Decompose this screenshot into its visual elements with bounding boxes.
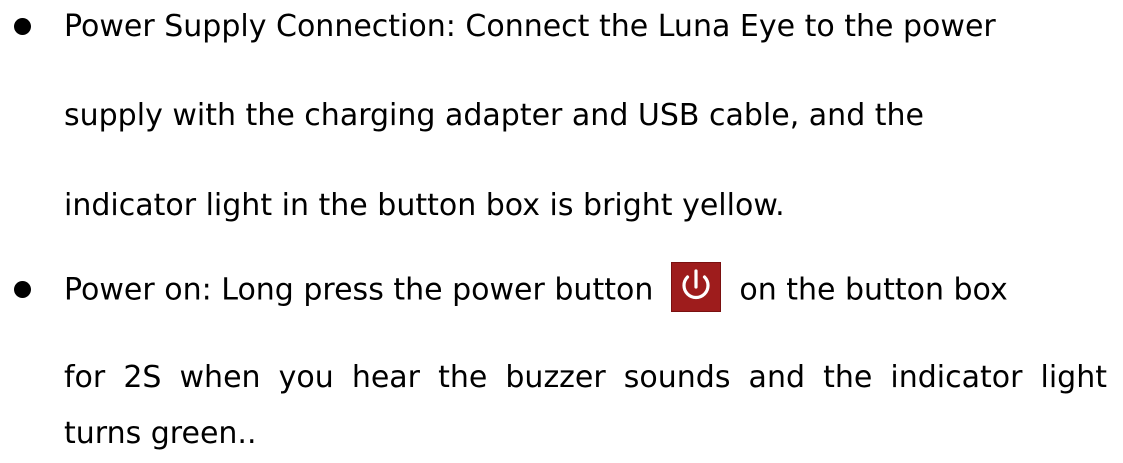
- document-page: Power Supply Connection: Connect the Lun…: [0, 0, 1123, 463]
- bullet-2-line-3: turns green..: [64, 416, 257, 451]
- bullet-2-line-1-after-icon: on the button box: [739, 272, 1008, 308]
- bullet-dot-icon: [14, 281, 31, 298]
- bullet-dot-icon: [14, 18, 31, 35]
- bullet-2-line-1: Power on: Long press the power button on…: [64, 262, 1008, 312]
- bullet-1-line-3: indicator light in the button box is bri…: [64, 188, 785, 223]
- power-icon: [671, 262, 722, 312]
- bullet-1-line-2: supply with the charging adapter and USB…: [64, 98, 925, 133]
- bullet-1-line-1: Power Supply Connection: Connect the Lun…: [64, 9, 996, 44]
- bullet-2-line-1-before-icon: Power on: Long press the power button: [64, 272, 654, 308]
- bullet-2-line-2: for 2S when you hear the buzzer sounds a…: [64, 360, 1107, 395]
